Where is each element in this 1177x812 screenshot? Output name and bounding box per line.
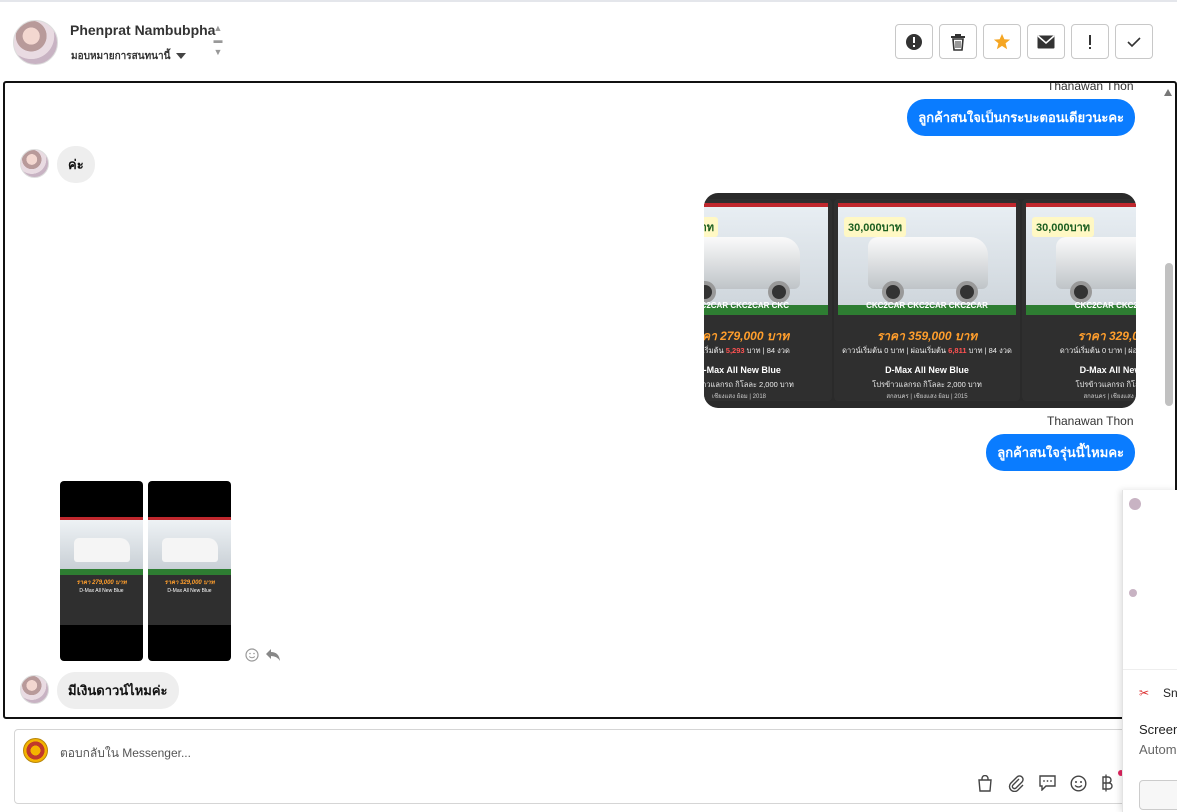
shopping-bag-icon[interactable] (977, 774, 993, 792)
envelope-icon (1037, 34, 1055, 48)
wheel-shape (956, 281, 978, 303)
assign-label: มอบหมายการสนทนานี้ (71, 51, 171, 62)
truck-image (74, 538, 130, 562)
wheel-shape (768, 281, 790, 303)
important-button[interactable] (1071, 24, 1109, 59)
check-icon (1127, 36, 1141, 47)
shared-image[interactable]: ราคา 279,000 บาท D-Max All New Blue (60, 481, 143, 661)
message-thread[interactable]: Thanawan Thon ลูกค้าสนใจเป็นกระบะตอนเดีย… (3, 81, 1177, 719)
card-promo: โปรข้าวแลกรถ กิโลละ 2 (1075, 380, 1136, 389)
brand-strip: CKC2CAR CKC2CAR CKC2CAR (866, 301, 988, 310)
contact-avatar-small (20, 675, 49, 704)
mark-unread-button[interactable] (1027, 24, 1065, 59)
sort-arrows-icon[interactable]: ▲ ▬ ▼ (213, 22, 223, 62)
story-model: D-Max All New Blue (79, 588, 124, 594)
reply-input[interactable]: ตอบกลับใน Messenger... (60, 744, 191, 763)
card-promo: โปรข้าวแลกรถ กิโลละ 2,000 บาท (872, 380, 982, 389)
truck-image (1056, 237, 1136, 289)
reply-box[interactable]: ตอบกลับใน Messenger... (14, 729, 1134, 804)
car-photo: 30,000บาท (838, 203, 1016, 315)
card-model: D-Max All New Blue (885, 365, 969, 375)
star-icon (993, 33, 1011, 49)
outgoing-message[interactable]: ลูกค้าสนใจรุ่นนี้ไหมคะ (986, 434, 1135, 471)
story-model: D-Max All New Blue (167, 588, 212, 594)
product-card[interactable]: 30,000บาท CKC2CAR CKC2CAR ราคา 329,000 ด… (1022, 199, 1136, 401)
promo-badge: 30,000บาท (704, 217, 719, 237)
contact-name[interactable]: Phenprat Nambubpha (70, 22, 215, 38)
mark-done-button[interactable] (1115, 24, 1153, 59)
snipping-tool-icon: ✂ (1139, 686, 1150, 700)
card-price: ราคา 329,000 (1077, 329, 1136, 343)
spam-button[interactable] (895, 24, 933, 59)
story-price: ราคา 329,000 บาท (164, 580, 215, 586)
card-promo: โปรข้าวแลกรถ กิโลละ 2,000 บาท (704, 380, 794, 389)
mini-avatar (1129, 498, 1141, 510)
trash-icon (951, 33, 965, 51)
conversation-header: Phenprat Nambubpha ▲ ▬ ▼ มอบหมายการสนทนานี… (0, 2, 1177, 80)
card-model: D-Max All New Blue (704, 365, 781, 375)
card-finance: ผ่อนเริ่มต้น 5,293 บาท | 84 งวด (704, 346, 790, 355)
card-model: D-Max All New B (1079, 365, 1136, 375)
card-finance: ดาวน์เริ่มต้น 0 บาท | ผ่อนเริ่มต้น 6 (1059, 346, 1136, 355)
notification-body: Autom (1139, 742, 1177, 757)
card-price: ราคา 359,000 บาท (876, 329, 978, 343)
incoming-message[interactable]: ค่ะ (57, 146, 95, 183)
emoji-icon[interactable] (1070, 774, 1087, 792)
brand-strip: CKC2CAR CKC2CAR (1074, 301, 1136, 310)
sender-name: Thanawan Thon (1047, 414, 1134, 428)
popup-action-button[interactable] (1139, 780, 1177, 810)
contact-avatar-small (20, 149, 49, 178)
card-info: สกลนคร | เชียงแสง ย้อม (1083, 394, 1137, 400)
image-caption: ราคา 279,000 บาท D-Max All New Blue (60, 575, 143, 625)
snipping-tool-popup[interactable]: ✂ Sni Screen Autom (1122, 490, 1177, 812)
car-photo (148, 517, 231, 575)
spam-icon (906, 33, 922, 50)
promo-badge: 30,000บาท (844, 217, 907, 237)
reply-icon[interactable] (265, 648, 281, 662)
shared-image[interactable]: ราคา 329,000 บาท D-Max All New Blue (148, 481, 231, 661)
chevron-down-icon (176, 53, 187, 60)
product-carousel[interactable]: 30,000บาท CKC2CAR CKC2CAR CKC ราคา 279,0… (704, 193, 1136, 408)
baht-payment-icon[interactable] (1101, 774, 1113, 792)
truck-image (704, 237, 800, 289)
star-button[interactable] (983, 24, 1021, 59)
wheel-shape (882, 281, 904, 303)
car-photo: 30,000บาท (1026, 203, 1136, 315)
assign-conversation-dropdown[interactable]: มอบหมายการสนทนานี้ (71, 49, 187, 64)
delete-button[interactable] (939, 24, 977, 59)
card-price: ราคา 279,000 บาท (704, 329, 790, 343)
card-finance: ดาวน์เริ่มต้น 0 บาท | ผ่อนเริ่มต้น 6,811… (842, 346, 1012, 355)
wheel-shape (1070, 281, 1092, 303)
car-photo (60, 517, 143, 575)
screenshot-thumbnail[interactable] (1123, 490, 1177, 670)
emoji-icon[interactable] (245, 648, 259, 662)
conversation-toolbar (895, 24, 1153, 59)
reply-toolbar (977, 774, 1113, 792)
incoming-message[interactable]: มีเงินดาวน์ไหมค่ะ (57, 672, 179, 709)
notification-title: Screen (1139, 722, 1177, 737)
outgoing-message[interactable]: ลูกค้าสนใจเป็นกระบะตอนเดียวนะคะ (907, 99, 1135, 136)
story-price: ราคา 279,000 บาท (76, 580, 127, 586)
car-photo: 30,000บาท (704, 203, 828, 315)
card-info: เชียงแสง ย้อม | 2018 (711, 394, 766, 400)
contact-avatar[interactable] (13, 20, 58, 65)
saved-reply-icon[interactable] (1039, 775, 1056, 791)
product-card[interactable]: 30,000บาท CKC2CAR CKC2CAR CKC ราคา 279,0… (704, 199, 832, 401)
message-actions (245, 648, 281, 662)
truck-image (162, 538, 218, 562)
promo-badge: 30,000บาท (1032, 217, 1095, 237)
exclamation-icon (1089, 34, 1091, 49)
product-card[interactable]: 30,000บาท CKC2CAR CKC2CAR CKC2CAR ราคา 3… (834, 199, 1020, 401)
page-avatar (23, 738, 48, 763)
scroll-up-arrow-icon[interactable] (1164, 89, 1172, 96)
scrollbar-thumb[interactable] (1165, 263, 1173, 406)
card-info: สกลนคร | เชียงแสง ย้อม | 2015 (886, 394, 968, 400)
attachment-icon[interactable] (1007, 774, 1025, 792)
app-label: Sni (1163, 686, 1177, 700)
image-caption: ราคา 329,000 บาท D-Max All New Blue (148, 575, 231, 625)
sender-name: Thanawan Thon (1047, 81, 1134, 93)
mini-avatar (1129, 589, 1137, 597)
brand-strip: CKC2CAR CKC2CAR CKC (704, 301, 789, 310)
